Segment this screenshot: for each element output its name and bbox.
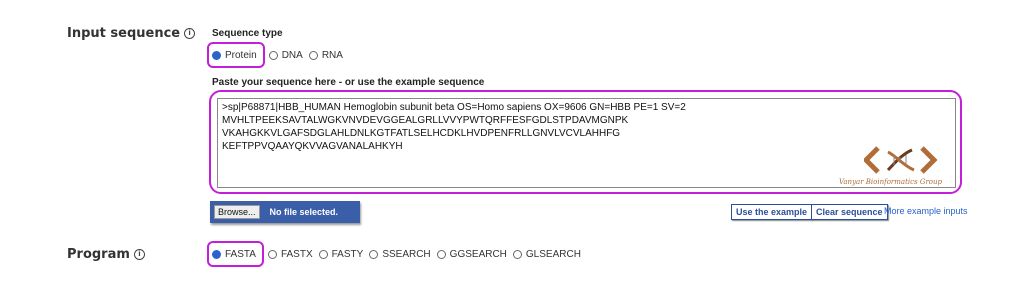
info-icon[interactable]: i	[184, 28, 196, 39]
radio-fastx-dot[interactable]	[267, 249, 277, 259]
radio-fastx[interactable]: FASTX	[267, 245, 313, 263]
radio-fasta-dot[interactable]	[212, 249, 221, 259]
radio-ssearch-dot[interactable]	[369, 249, 379, 259]
clear-sequence-button[interactable]: Clear sequence	[811, 204, 888, 220]
radio-glsearch[interactable]: GLSEARCH	[512, 245, 581, 263]
radio-fasty-dot[interactable]	[318, 249, 328, 259]
input-sequence-label: Input sequence i	[67, 26, 196, 41]
browse-button[interactable]: Browse...	[214, 205, 260, 219]
radio-protein[interactable]: Protein	[207, 42, 265, 68]
input-sequence-label-text: Input sequence	[67, 26, 181, 41]
radio-fasta[interactable]: FASTA	[207, 241, 264, 267]
radio-ggsearch-dot[interactable]	[436, 249, 446, 259]
radio-fasta-label: FASTA	[225, 248, 256, 260]
radio-fastx-label: FASTX	[280, 248, 313, 260]
radio-protein-label: Protein	[225, 49, 257, 61]
file-upload[interactable]: Browse... No file selected.	[210, 201, 360, 223]
radio-rna[interactable]: RNA	[308, 46, 343, 64]
logo: Vanyar Bioinformatics Group	[839, 144, 942, 186]
radio-rna-dot[interactable]	[308, 50, 318, 60]
paste-sequence-title: Paste your sequence here - or use the ex…	[212, 77, 485, 88]
more-example-inputs-link[interactable]: More example inputs	[884, 206, 968, 216]
program-label: Program i	[67, 247, 145, 262]
radio-protein-dot[interactable]	[212, 50, 221, 60]
logo-text: Vanyar Bioinformatics Group	[838, 178, 942, 186]
logo-icon	[862, 146, 938, 174]
no-file-label: No file selected.	[269, 207, 339, 217]
sequence-textarea-highlight: >sp|P68871|HBB_HUMAN Hemoglobin subunit …	[209, 90, 962, 194]
sequence-type-title: Sequence type	[212, 28, 283, 39]
radio-fasty-label: FASTY	[331, 248, 364, 260]
radio-rna-label: RNA	[321, 49, 343, 61]
radio-dna[interactable]: DNA	[268, 46, 303, 64]
info-icon[interactable]: i	[133, 249, 145, 260]
program-label-text: Program	[67, 247, 130, 262]
radio-glsearch-label: GLSEARCH	[525, 248, 581, 260]
radio-dna-dot[interactable]	[268, 50, 278, 60]
radio-fasty[interactable]: FASTY	[318, 245, 364, 263]
program-options: FASTA FASTX FASTY SSEARCH GGSEARCH GLSEA…	[207, 241, 587, 267]
radio-ssearch-label: SSEARCH	[382, 248, 431, 260]
radio-glsearch-dot[interactable]	[512, 249, 522, 259]
sequence-textarea[interactable]: >sp|P68871|HBB_HUMAN Hemoglobin subunit …	[217, 98, 956, 188]
radio-ggsearch-label: GGSEARCH	[449, 248, 507, 260]
use-example-button[interactable]: Use the example	[731, 204, 813, 220]
radio-ggsearch[interactable]: GGSEARCH	[436, 245, 507, 263]
sequence-type-options: Protein DNA RNA	[207, 42, 349, 68]
radio-dna-label: DNA	[281, 49, 303, 61]
radio-ssearch[interactable]: SSEARCH	[369, 245, 431, 263]
